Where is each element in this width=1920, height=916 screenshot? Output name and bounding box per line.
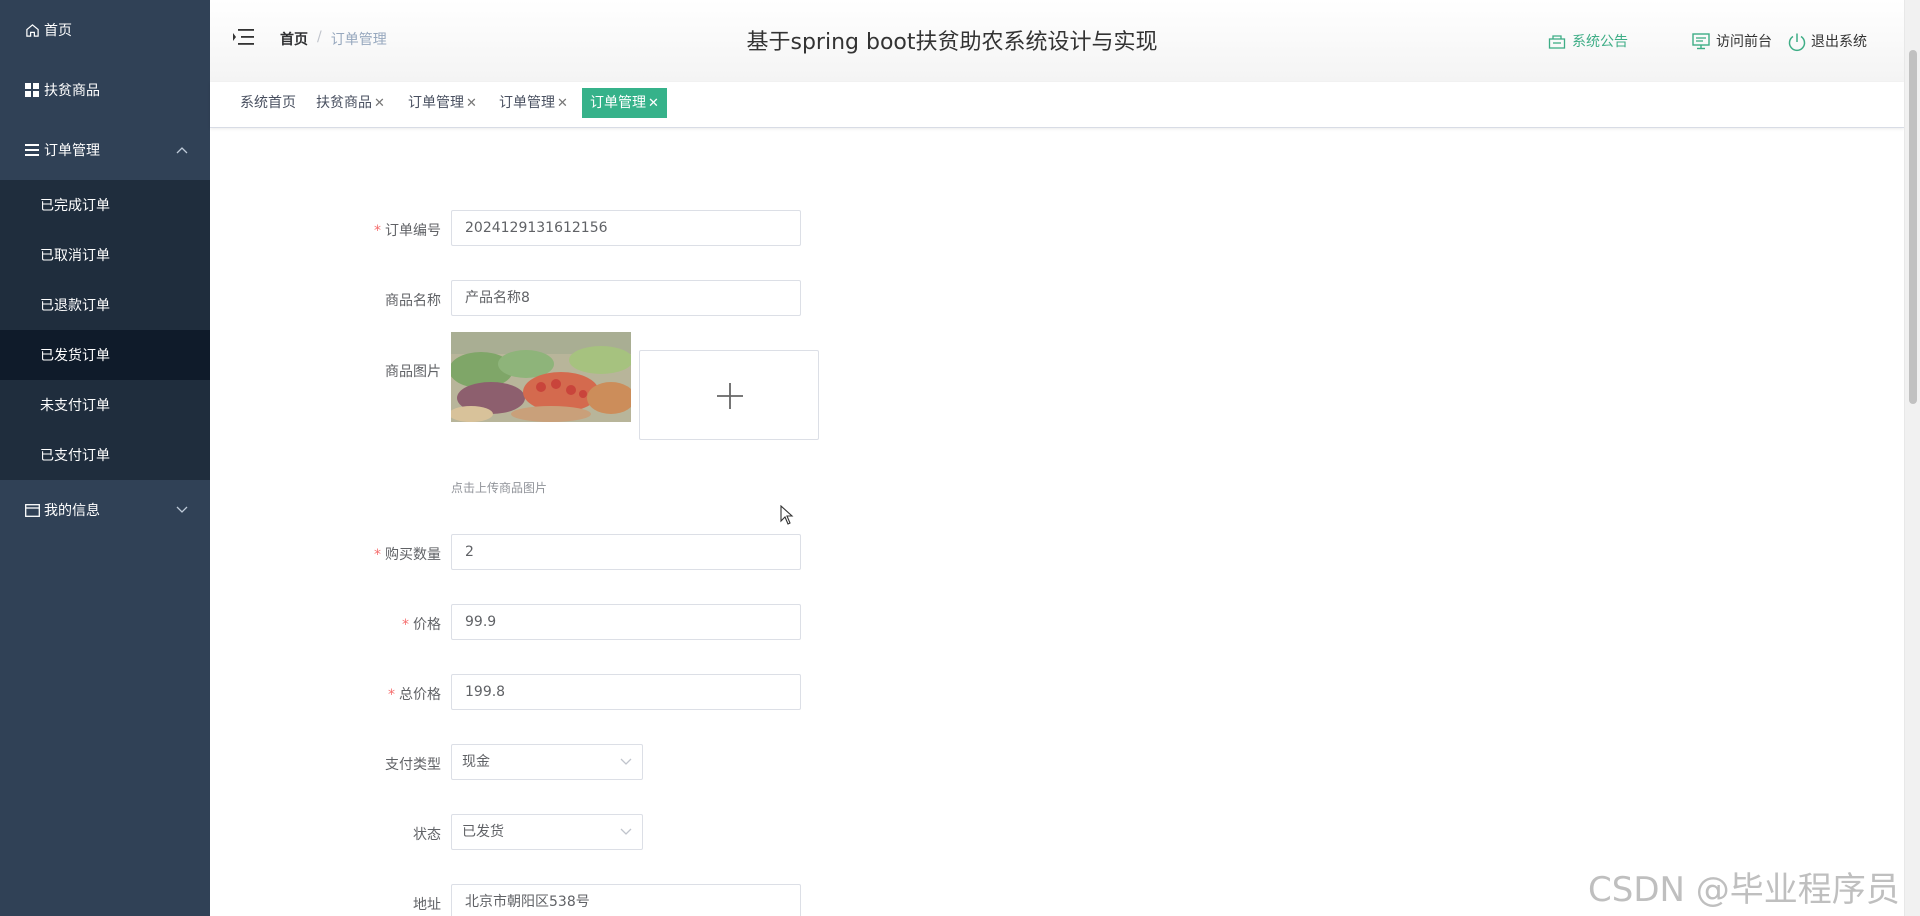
quantity-input[interactable]: 2 — [451, 534, 801, 570]
close-icon[interactable]: ✕ — [648, 96, 659, 111]
plus-icon — [717, 383, 743, 409]
sidebar-item-label: 我的信息 — [44, 503, 100, 519]
pay-type-select[interactable]: 现金 — [451, 744, 643, 780]
order-no-label: * 订单编号 — [374, 223, 441, 239]
grid-icon — [24, 82, 40, 98]
tag-orders-1[interactable]: 订单管理 ✕ — [400, 88, 485, 118]
sidebar-item-label: 首页 — [44, 23, 72, 39]
total-price-label: * 总价格 — [388, 687, 441, 703]
status-label: 状态 — [413, 827, 441, 843]
card-icon — [24, 502, 40, 518]
power-icon — [1787, 32, 1806, 52]
close-icon[interactable]: ✕ — [374, 96, 385, 111]
sidebar-item-label: 扶贫商品 — [44, 83, 100, 99]
visit-frontend-link[interactable]: 访问前台 — [1692, 31, 1772, 51]
sidebar-item-products[interactable]: 扶贫商品 — [0, 60, 210, 120]
tag-products[interactable]: 扶贫商品 ✕ — [308, 88, 393, 118]
chevron-up-icon — [176, 143, 188, 157]
logout-link[interactable]: 退出系统 — [1787, 31, 1867, 52]
tag-orders-active[interactable]: 订单管理 ✕ — [582, 88, 667, 118]
status-select[interactable]: 已发货 — [451, 814, 643, 850]
status-value: 已发货 — [462, 824, 504, 840]
quantity-label: * 购买数量 — [374, 547, 441, 563]
product-name-label: 商品名称 — [385, 293, 441, 309]
product-thumbnail[interactable] — [451, 332, 631, 422]
notice-label: 系统公告 — [1572, 34, 1628, 50]
mouse-cursor-icon — [780, 504, 794, 525]
order-no-input[interactable]: 2024129131612156 — [451, 210, 801, 246]
sidebar-item-orders[interactable]: 订单管理 — [0, 120, 210, 180]
tags-view: 系统首页 扶贫商品 ✕ 订单管理 ✕ 订单管理 ✕ 订单管理 ✕ — [210, 82, 1904, 128]
tag-orders-2[interactable]: 订单管理 ✕ — [491, 88, 576, 118]
tag-label: 订单管理 — [590, 95, 646, 111]
sidebar-item-my-info[interactable]: 我的信息 — [0, 480, 210, 540]
sidebar: 首页 扶贫商品 订单管理 已完成订单 已取消订单 已退款订单 已发货订单 未支付… — [0, 0, 210, 916]
visit-label: 访问前台 — [1716, 34, 1772, 50]
image-upload-button[interactable] — [639, 350, 819, 440]
close-icon[interactable]: ✕ — [557, 96, 568, 111]
total-price-input[interactable]: 199.8 — [451, 674, 801, 710]
tag-label: 扶贫商品 — [316, 95, 372, 111]
header: 首页 / 订单管理 基于spring boot扶贫助农系统设计与实现 系统公告 … — [210, 0, 1904, 82]
pay-type-label: 支付类型 — [385, 757, 441, 773]
chevron-down-icon — [620, 745, 632, 779]
tag-system-home[interactable]: 系统首页 — [232, 88, 304, 118]
upload-tip: 点击上传商品图片 — [451, 481, 548, 495]
list-icon — [24, 142, 40, 158]
address-input[interactable]: 北京市朝阳区538号 — [451, 884, 801, 916]
sidebar-item-label: 订单管理 — [44, 143, 100, 159]
tag-label: 订单管理 — [499, 95, 555, 111]
tag-label: 系统首页 — [240, 95, 296, 111]
product-image-label: 商品图片 — [385, 364, 441, 380]
monitor-icon — [1692, 32, 1710, 50]
sidebar-item-home[interactable]: 首页 — [0, 0, 210, 60]
tag-label: 订单管理 — [408, 95, 464, 111]
product-name-input[interactable]: 产品名称8 — [451, 280, 801, 316]
notice-icon — [1548, 32, 1566, 50]
watermark: CSDN @毕业程序员 — [1588, 870, 1900, 910]
price-input[interactable]: 99.9 — [451, 604, 801, 640]
close-icon[interactable]: ✕ — [466, 96, 477, 111]
chevron-down-icon — [620, 815, 632, 849]
app-title: 基于spring boot扶贫助农系统设计与实现 — [746, 30, 1158, 55]
price-label: * 价格 — [402, 617, 441, 633]
page-scrollbar[interactable] — [1904, 0, 1920, 916]
submenu-item-paid[interactable]: 已支付订单 — [0, 430, 210, 480]
home-icon — [24, 22, 40, 38]
notice-link[interactable]: 系统公告 — [1548, 31, 1628, 51]
scrollbar-thumb[interactable] — [1909, 50, 1917, 404]
submenu-item-unpaid[interactable]: 未支付订单 — [0, 380, 210, 430]
pay-type-value: 现金 — [462, 754, 490, 770]
logout-label: 退出系统 — [1811, 34, 1867, 50]
chevron-down-icon — [176, 503, 188, 517]
address-label: 地址 — [413, 897, 441, 913]
